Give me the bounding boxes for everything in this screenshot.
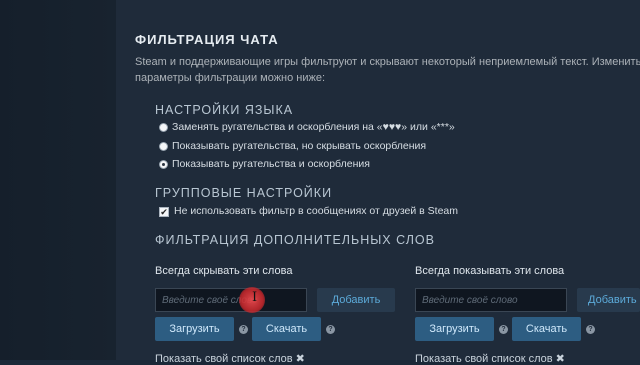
block-show-list-label: Показать свой список слов bbox=[155, 353, 293, 365]
description-line-2: параметры фильтрации можно ниже: bbox=[135, 72, 326, 84]
allow-upload-button[interactable]: Загрузить bbox=[415, 317, 494, 341]
allow-download-button[interactable]: Скачать bbox=[512, 317, 581, 341]
allow-download-help-icon[interactable]: ? bbox=[586, 325, 595, 334]
expand-icon: ✖ bbox=[295, 353, 305, 365]
radio-show-profanity-hide-slurs[interactable] bbox=[159, 142, 168, 151]
radio-replace-profanity[interactable] bbox=[159, 123, 168, 132]
block-words-label: Всегда скрывать эти слова bbox=[155, 265, 293, 277]
word-filtering-heading: ФИЛЬТРАЦИЯ ДОПОЛНИТЕЛЬНЫХ СЛОВ bbox=[155, 233, 435, 247]
group-settings-heading: ГРУППОВЫЕ НАСТРОЙКИ bbox=[155, 186, 333, 200]
block-word-input[interactable] bbox=[155, 288, 307, 312]
page-description: Steam и поддерживающие игры фильтруют и … bbox=[135, 54, 640, 86]
page-title: ФИЛЬТРАЦИЯ ЧАТА bbox=[135, 32, 279, 47]
block-download-help-icon[interactable]: ? bbox=[326, 325, 335, 334]
description-line-1: Steam и поддерживающие игры фильтруют и … bbox=[135, 56, 640, 68]
allow-show-list-label: Показать свой список слов bbox=[415, 353, 553, 365]
radio-show-all[interactable] bbox=[159, 160, 168, 169]
text-cursor-icon: I bbox=[252, 290, 258, 305]
allow-show-list-link[interactable]: Показать свой список слов ✖ bbox=[415, 352, 565, 365]
allow-words-label: Всегда показывать эти слова bbox=[415, 265, 565, 277]
allow-add-button[interactable]: Добавить bbox=[577, 288, 640, 312]
radio-replace-profanity-label[interactable]: Заменять ругательства и оскорбления на «… bbox=[172, 121, 455, 133]
block-upload-help-icon[interactable]: ? bbox=[239, 325, 248, 334]
allow-word-input[interactable] bbox=[415, 288, 567, 312]
allow-upload-help-icon[interactable]: ? bbox=[499, 325, 508, 334]
language-settings-heading: НАСТРОЙКИ ЯЗЫКА bbox=[155, 103, 294, 117]
friends-filter-checkbox-label[interactable]: Не использовать фильтр в сообщениях от д… bbox=[174, 205, 458, 217]
page-left-background bbox=[0, 0, 116, 360]
expand-icon: ✖ bbox=[555, 353, 565, 365]
block-download-button[interactable]: Скачать bbox=[252, 317, 321, 341]
radio-show-profanity-hide-slurs-label[interactable]: Показывать ругательства, но скрывать оск… bbox=[172, 140, 426, 152]
radio-show-all-label[interactable]: Показывать ругательства и оскорбления bbox=[172, 158, 370, 170]
block-add-button[interactable]: Добавить bbox=[317, 288, 395, 312]
friends-filter-checkbox[interactable]: ✔ bbox=[159, 207, 169, 217]
block-show-list-link[interactable]: Показать свой список слов ✖ bbox=[155, 352, 305, 365]
block-upload-button[interactable]: Загрузить bbox=[155, 317, 234, 341]
